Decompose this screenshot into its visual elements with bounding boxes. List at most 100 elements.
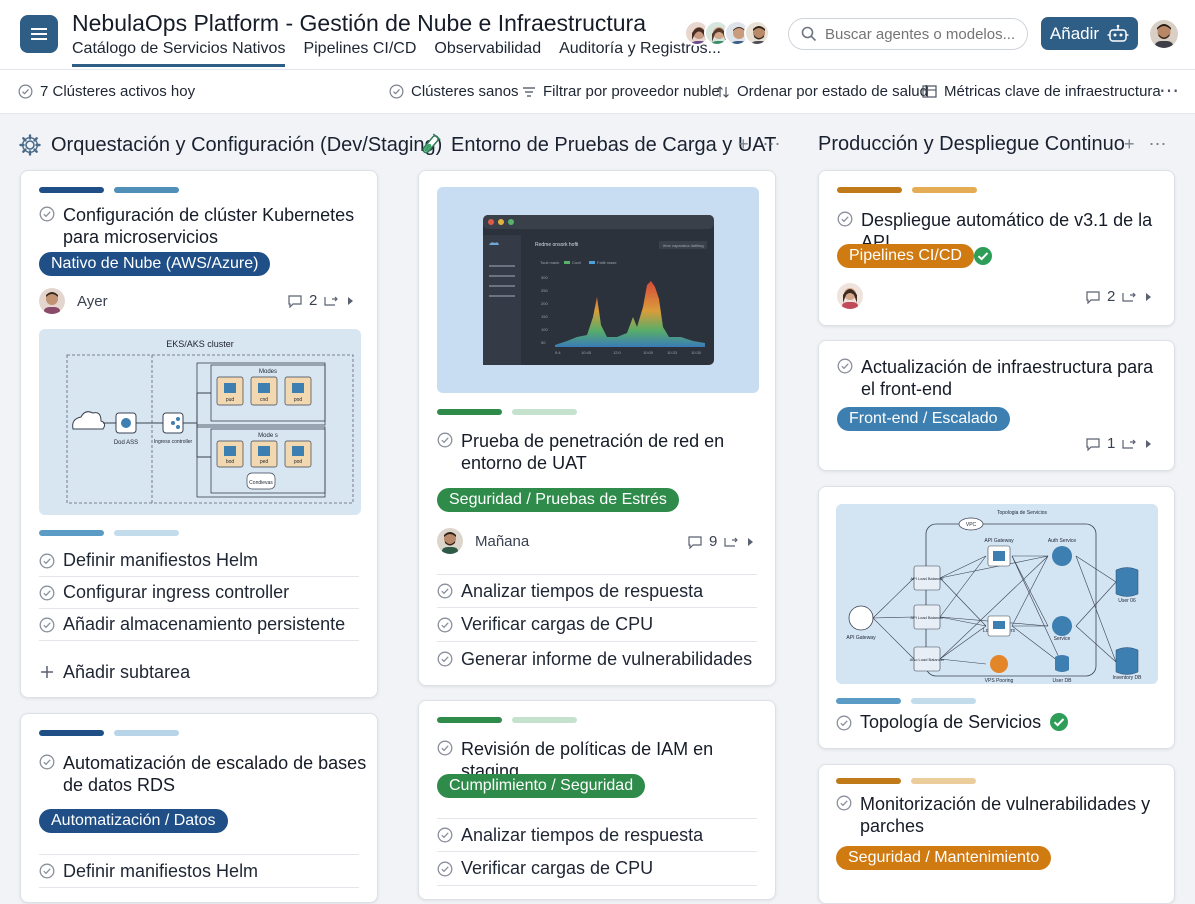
subtask-item[interactable]: Verificar cargas de CPU xyxy=(437,852,757,886)
category-tag[interactable]: Pipelines CI/CD xyxy=(837,244,974,268)
avatar[interactable] xyxy=(744,20,770,46)
subtask-label: Definir manifiestos Helm xyxy=(63,550,259,570)
chevron-right-icon[interactable] xyxy=(745,536,755,548)
svg-text:10:33: 10:33 xyxy=(667,350,678,355)
task-card[interactable]: Monitorización de vulnerabilidades y par… xyxy=(818,764,1175,904)
tab-observabilidad[interactable]: Observabilidad xyxy=(434,40,541,67)
check-circle-icon[interactable] xyxy=(437,583,453,599)
tab-catalogo[interactable]: Catálogo de Servicios Nativos xyxy=(72,40,286,67)
team-avatars[interactable] xyxy=(684,20,770,46)
svg-text:100: 100 xyxy=(541,327,548,332)
svg-text:250: 250 xyxy=(541,288,548,293)
task-card[interactable]: VPC Topologia de Servicios API Gateway A… xyxy=(818,486,1175,749)
task-card[interactable]: Automatización de escalado de bases de d… xyxy=(20,713,378,903)
card-title: Monitorización de vulnerabilidades y par… xyxy=(836,793,1156,837)
task-card[interactable]: Actualización de infraestructura para el… xyxy=(818,340,1175,471)
svg-text:cnd: cnd xyxy=(260,397,268,403)
svg-text:API Load Balancer: API Load Balancer xyxy=(910,576,944,581)
filter-provider-button[interactable]: Filtrar por proveedor nuble xyxy=(522,83,720,100)
comment-count: 2 xyxy=(309,292,318,309)
check-circle-icon[interactable] xyxy=(39,585,55,601)
svg-text:Dod ASS: Dod ASS xyxy=(114,440,138,446)
user-avatar[interactable] xyxy=(1150,20,1178,48)
chevron-right-icon[interactable] xyxy=(1143,291,1153,303)
subtask-item[interactable]: Generar informe de vulnerabilidades xyxy=(437,642,757,676)
progress-bars xyxy=(39,187,179,193)
category-tag[interactable]: Cumplimiento / Seguridad xyxy=(437,774,646,798)
check-circle-icon xyxy=(18,84,33,99)
filter-label: Filtrar por proveedor nuble xyxy=(543,83,720,100)
more-options-icon[interactable]: ⋯ xyxy=(1159,78,1179,103)
svg-text:Inventory DB: Inventory DB xyxy=(1113,675,1143,681)
search-input[interactable] xyxy=(825,25,1015,43)
check-circle-icon[interactable] xyxy=(437,617,453,633)
column-title-text: Producción y Despliegue Continuo xyxy=(818,133,1125,155)
card-title-text: Prueba de penetración de red en entorno … xyxy=(461,431,725,473)
category-tag[interactable]: Seguridad / Mantenimiento xyxy=(836,846,1052,870)
svg-text:300: 300 xyxy=(541,275,548,280)
sort-health-button[interactable]: Ordenar por estado de salud xyxy=(716,83,928,100)
task-card[interactable]: Revisión de políticas de IAM en staging … xyxy=(418,700,776,900)
more-options-icon[interactable]: ⋯ xyxy=(1149,134,1167,155)
check-circle-icon[interactable] xyxy=(437,861,453,877)
svg-text:pod: pod xyxy=(294,397,303,403)
add-button[interactable]: Añadir xyxy=(1041,17,1138,50)
avatar[interactable] xyxy=(837,283,863,309)
robot-icon xyxy=(1107,24,1129,42)
chevron-right-icon[interactable] xyxy=(1143,438,1153,450)
comment-count: 1 xyxy=(1107,435,1116,452)
subtask-item[interactable]: Configurar ingress controller xyxy=(39,577,359,609)
svg-text:Cocil: Cocil xyxy=(572,260,581,265)
category-tag[interactable]: Nativo de Nube (AWS/Azure) xyxy=(39,252,271,276)
check-circle-icon[interactable] xyxy=(437,651,453,667)
main-tabs: Catálogo de Servicios Nativos Pipelines … xyxy=(72,40,721,67)
network-traffic-dashboard: Redme onsork hofti Touit mank Cocil Fatl… xyxy=(483,215,714,365)
svg-text:150: 150 xyxy=(541,314,548,319)
chevron-right-icon[interactable] xyxy=(345,295,355,307)
task-card[interactable]: Redme onsork hofti Touit mank Cocil Fatl… xyxy=(418,170,776,686)
share-icon xyxy=(1122,439,1137,449)
svg-text:12:0: 12:0 xyxy=(613,350,622,355)
subtask-item[interactable]: Verificar cargas de CPU xyxy=(437,608,757,642)
comment-icon xyxy=(288,294,302,308)
subtask-item[interactable]: Definir manifiestos Helm xyxy=(39,545,359,577)
avatar[interactable] xyxy=(437,528,463,554)
add-button-label: Añadir xyxy=(1049,23,1100,43)
menu-button[interactable] xyxy=(20,15,58,53)
check-circle-icon[interactable] xyxy=(39,553,55,569)
healthy-clusters-filter[interactable]: Clústeres sanos xyxy=(389,83,519,100)
category-tag[interactable]: Seguridad / Pruebas de Estrés xyxy=(437,488,679,512)
add-subtask-button[interactable]: Añadir subtarea xyxy=(39,656,359,688)
more-options-icon[interactable]: ⋯ xyxy=(763,134,781,155)
svg-text:Modes: Modes xyxy=(259,369,277,375)
column-title-uat: Entorno de Pruebas de Carga y UAT xyxy=(418,133,776,157)
column-title-dev: Orquestación y Configuración (Dev/Stagin… xyxy=(18,133,442,157)
share-icon xyxy=(724,537,739,547)
card-stats: 2 xyxy=(1085,288,1153,305)
card-title-text: Monitorización de vulnerabilidades y par… xyxy=(860,794,1151,836)
task-card[interactable]: Configuración de clúster Kubernetes para… xyxy=(20,170,378,698)
progress-bars xyxy=(437,717,577,723)
check-circle-icon[interactable] xyxy=(39,617,55,633)
subtask-item[interactable]: Añadir almacenamiento persistente xyxy=(39,609,359,641)
check-circle-icon[interactable] xyxy=(437,827,453,843)
subtask-label: Definir manifiestos Helm xyxy=(63,860,259,881)
task-card[interactable]: Despliegue automático de v3.1 de la API … xyxy=(818,170,1175,326)
tab-pipelines[interactable]: Pipelines CI/CD xyxy=(303,40,416,67)
card-title: Automatización de escalado de bases de d… xyxy=(39,752,369,796)
category-tag[interactable]: Front-end / Escalado xyxy=(837,407,1010,431)
subtask-item[interactable]: Analizar tiempos de respuesta xyxy=(437,818,757,852)
subtask-item[interactable]: Definir manifiestos Helm xyxy=(39,854,359,888)
column-title-text: Orquestación y Configuración (Dev/Stagin… xyxy=(51,133,443,156)
add-card-icon[interactable]: + xyxy=(1124,134,1135,155)
check-circle-icon xyxy=(39,206,55,222)
avatar[interactable] xyxy=(39,288,65,314)
share-icon xyxy=(324,296,339,306)
category-tag[interactable]: Automatización / Datos xyxy=(39,809,228,833)
check-circle-icon[interactable] xyxy=(39,863,55,879)
metrics-button[interactable]: Métricas clave de infraestructura xyxy=(922,83,1161,100)
check-circle-icon xyxy=(836,715,852,731)
add-card-icon[interactable]: + xyxy=(738,134,749,155)
search-box[interactable] xyxy=(788,18,1028,50)
subtask-item[interactable]: Analizar tiempos de respuesta xyxy=(437,574,757,608)
